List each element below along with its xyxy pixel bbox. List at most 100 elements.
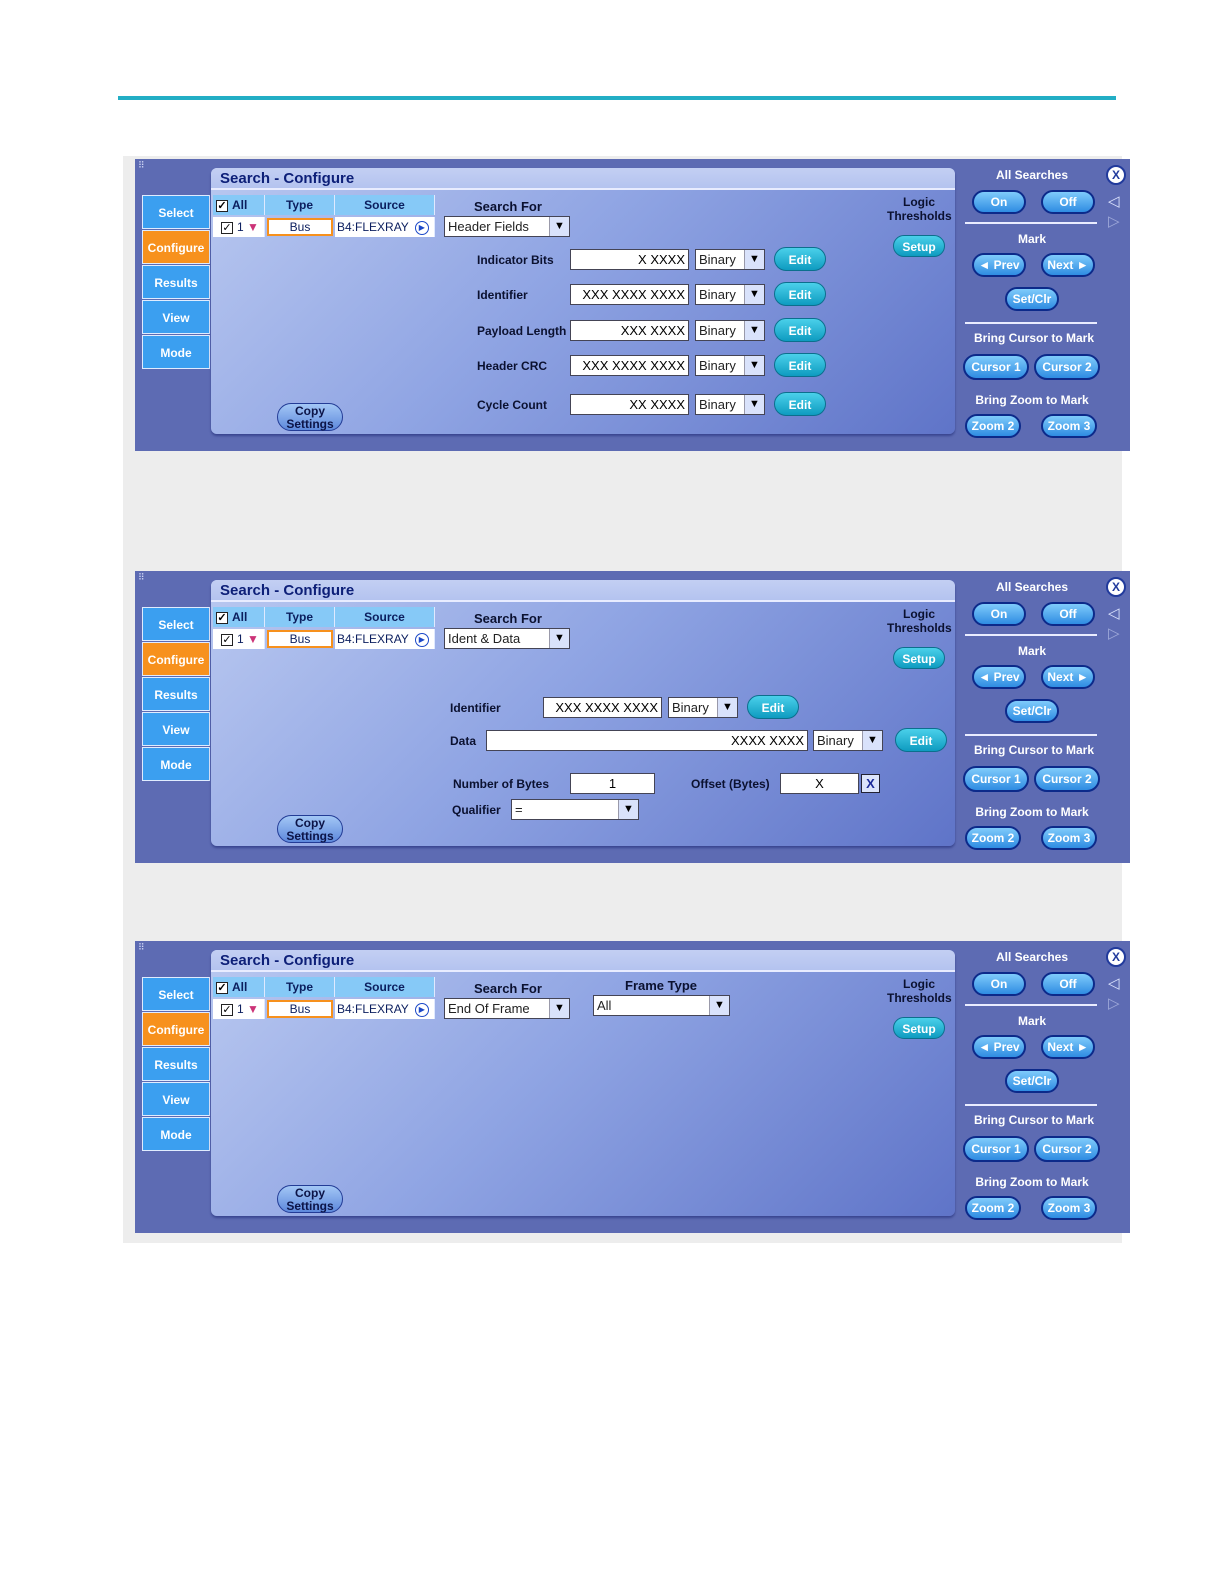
- prev-mark-button[interactable]: ◄ Prev: [972, 253, 1026, 277]
- chevron-down-icon[interactable]: ▼: [717, 698, 737, 717]
- tab-mode[interactable]: Mode: [142, 335, 210, 369]
- data-field[interactable]: XXXX XXXX: [486, 730, 808, 751]
- tab-mode[interactable]: Mode: [142, 747, 210, 781]
- setup-button[interactable]: Setup: [893, 235, 945, 257]
- grid-row-type[interactable]: Bus: [267, 630, 333, 648]
- next-mark-button[interactable]: Next ►: [1041, 253, 1095, 277]
- tab-view[interactable]: View: [142, 712, 210, 746]
- identifier-edit-button[interactable]: Edit: [774, 282, 826, 306]
- all-searches-on-button[interactable]: On: [972, 602, 1026, 626]
- grid-row-source[interactable]: B4:FLEXRAY ▶: [335, 999, 435, 1019]
- chevron-down-icon[interactable]: ▼: [744, 250, 764, 269]
- header-crc-radix-select[interactable]: Binary ▼: [695, 355, 765, 376]
- search-for-select[interactable]: End Of Frame ▼: [444, 998, 570, 1019]
- data-radix-select[interactable]: Binary ▼: [813, 730, 883, 751]
- expand-right-icon[interactable]: ▷: [1108, 994, 1120, 1012]
- grid-row-type[interactable]: Bus: [267, 1000, 333, 1018]
- checkbox-row-1[interactable]: ✓: [221, 221, 233, 234]
- row-dropdown-icon[interactable]: ▼: [247, 220, 259, 234]
- zoom-2-button[interactable]: Zoom 2: [965, 826, 1021, 850]
- grid-row-enable[interactable]: ✓ 1 ▼: [213, 629, 265, 649]
- identifier-field[interactable]: XXX XXXX XXXX: [543, 697, 662, 718]
- close-icon[interactable]: X: [1106, 577, 1126, 597]
- identifier-field[interactable]: XXX XXXX XXXX: [570, 284, 689, 305]
- chevron-down-icon[interactable]: ▼: [744, 356, 764, 375]
- zoom-2-button[interactable]: Zoom 2: [965, 1196, 1021, 1220]
- setup-button[interactable]: Setup: [893, 647, 945, 669]
- setup-button[interactable]: Setup: [893, 1017, 945, 1039]
- close-icon[interactable]: X: [1106, 165, 1126, 185]
- chevron-down-icon[interactable]: ▼: [744, 321, 764, 340]
- resize-grip-icon[interactable]: ⠿: [138, 573, 148, 582]
- identifier-edit-button[interactable]: Edit: [747, 695, 799, 719]
- payload-length-field[interactable]: XXX XXXX: [570, 320, 689, 341]
- tab-view[interactable]: View: [142, 300, 210, 334]
- tab-configure[interactable]: Configure: [142, 230, 210, 264]
- offset-bytes-field[interactable]: X: [780, 773, 859, 794]
- row-dropdown-icon[interactable]: ▼: [247, 1002, 259, 1016]
- chevron-down-icon[interactable]: ▼: [744, 395, 764, 414]
- search-for-select[interactable]: Ident & Data ▼: [444, 628, 570, 649]
- zoom-3-button[interactable]: Zoom 3: [1041, 826, 1097, 850]
- checkbox-all[interactable]: ✓: [216, 981, 228, 994]
- search-for-select[interactable]: Header Fields ▼: [444, 216, 570, 237]
- indicator-bits-edit-button[interactable]: Edit: [774, 247, 826, 271]
- chevron-down-icon[interactable]: ▼: [709, 996, 729, 1015]
- next-mark-button[interactable]: Next ►: [1041, 1035, 1095, 1059]
- cursor-2-button[interactable]: Cursor 2: [1034, 354, 1100, 380]
- identifier-radix-select[interactable]: Binary ▼: [668, 697, 738, 718]
- zoom-3-button[interactable]: Zoom 3: [1041, 414, 1097, 438]
- chevron-down-icon[interactable]: ▼: [549, 217, 569, 236]
- tab-select[interactable]: Select: [142, 195, 210, 229]
- all-searches-on-button[interactable]: On: [972, 972, 1026, 996]
- resize-grip-icon[interactable]: ⠿: [138, 161, 148, 170]
- payload-length-edit-button[interactable]: Edit: [774, 318, 826, 342]
- chevron-down-icon[interactable]: ▼: [549, 629, 569, 648]
- cursor-1-button[interactable]: Cursor 1: [963, 1136, 1029, 1162]
- source-play-icon[interactable]: ▶: [414, 632, 429, 647]
- tab-view[interactable]: View: [142, 1082, 210, 1116]
- grid-row-source[interactable]: B4:FLEXRAY ▶: [335, 629, 435, 649]
- frame-type-select[interactable]: All ▼: [593, 995, 730, 1016]
- all-searches-off-button[interactable]: Off: [1041, 972, 1095, 996]
- checkbox-row-1[interactable]: ✓: [221, 633, 233, 646]
- set-clear-mark-button[interactable]: Set/Clr: [1005, 699, 1059, 723]
- next-mark-button[interactable]: Next ►: [1041, 665, 1095, 689]
- zoom-2-button[interactable]: Zoom 2: [965, 414, 1021, 438]
- cycle-count-edit-button[interactable]: Edit: [774, 392, 826, 416]
- grid-row-source[interactable]: B4:FLEXRAY ▶: [335, 217, 435, 237]
- grid-row-enable[interactable]: ✓ 1 ▼: [213, 217, 265, 237]
- collapse-left-icon[interactable]: ◁: [1108, 974, 1120, 992]
- checkbox-all[interactable]: ✓: [216, 199, 228, 212]
- tab-results[interactable]: Results: [142, 1047, 210, 1081]
- copy-settings-button[interactable]: Copy Settings: [277, 403, 343, 431]
- set-clear-mark-button[interactable]: Set/Clr: [1005, 1069, 1059, 1093]
- payload-length-radix-select[interactable]: Binary ▼: [695, 320, 765, 341]
- checkbox-all[interactable]: ✓: [216, 611, 228, 624]
- grid-header-all[interactable]: ✓ All: [213, 977, 265, 997]
- identifier-radix-select[interactable]: Binary ▼: [695, 284, 765, 305]
- tab-results[interactable]: Results: [142, 677, 210, 711]
- all-searches-on-button[interactable]: On: [972, 190, 1026, 214]
- collapse-left-icon[interactable]: ◁: [1108, 604, 1120, 622]
- prev-mark-button[interactable]: ◄ Prev: [972, 1035, 1026, 1059]
- tab-configure[interactable]: Configure: [142, 642, 210, 676]
- all-searches-off-button[interactable]: Off: [1041, 602, 1095, 626]
- number-of-bytes-field[interactable]: 1: [570, 773, 655, 794]
- chevron-down-icon[interactable]: ▼: [862, 731, 882, 750]
- cursor-2-button[interactable]: Cursor 2: [1034, 1136, 1100, 1162]
- grid-row-enable[interactable]: ✓ 1 ▼: [213, 999, 265, 1019]
- tab-configure[interactable]: Configure: [142, 1012, 210, 1046]
- collapse-left-icon[interactable]: ◁: [1108, 192, 1120, 210]
- tab-mode[interactable]: Mode: [142, 1117, 210, 1151]
- expand-right-icon[interactable]: ▷: [1108, 624, 1120, 642]
- copy-settings-button[interactable]: Copy Settings: [277, 1185, 343, 1213]
- data-edit-button[interactable]: Edit: [895, 728, 947, 752]
- set-clear-mark-button[interactable]: Set/Clr: [1005, 287, 1059, 311]
- resize-grip-icon[interactable]: ⠿: [138, 943, 148, 952]
- clear-offset-icon[interactable]: X: [861, 774, 880, 793]
- prev-mark-button[interactable]: ◄ Prev: [972, 665, 1026, 689]
- grid-header-all[interactable]: ✓ All: [213, 607, 265, 627]
- source-play-icon[interactable]: ▶: [414, 220, 429, 235]
- tab-results[interactable]: Results: [142, 265, 210, 299]
